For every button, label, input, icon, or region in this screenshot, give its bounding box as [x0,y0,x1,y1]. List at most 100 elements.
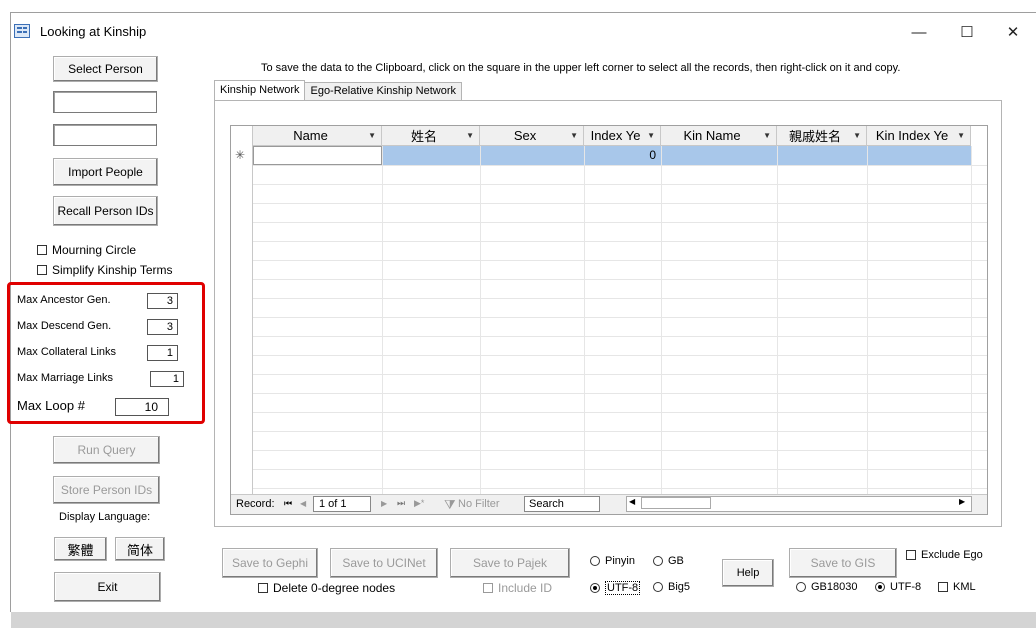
save-to-gis-button[interactable]: Save to GIS [789,548,897,578]
traditional-chinese-button[interactable]: 繁體 [54,537,107,561]
col-header-label: Kin Index Ye [875,128,949,143]
col-header-sex[interactable]: Sex ▼ [480,126,584,146]
recall-person-ids-button[interactable]: Recall Person IDs [53,196,158,226]
radio-dot[interactable] [796,582,806,592]
next-record-icon[interactable]: ▶ [381,499,387,508]
simplify-kinship-checkbox[interactable]: Simplify Kinship Terms [37,263,172,277]
gb18030-radio[interactable]: GB18030 [796,581,857,593]
first-record-icon[interactable]: ⏮ [284,498,292,509]
record-label: Record: [236,498,275,510]
window-border-top [10,12,1036,13]
checkbox-box[interactable] [906,550,916,560]
new-record-nav-icon[interactable]: ▶* [414,498,424,509]
checkbox-box[interactable] [37,245,47,255]
dropdown-icon[interactable]: ▼ [853,131,861,140]
display-language-label: Display Language: [59,511,151,523]
col-header-index-year[interactable]: Index Ye ▼ [584,126,661,146]
save-to-ucinet-button[interactable]: Save to UCINet [330,548,438,578]
no-filter-label[interactable]: No Filter [458,498,500,510]
radio-dot[interactable] [590,583,600,593]
dropdown-icon[interactable]: ▼ [570,131,578,140]
minimize-button[interactable]: — [896,18,942,48]
dropdown-icon[interactable]: ▼ [368,131,376,140]
utf8-radio[interactable]: UTF-8 [590,581,641,595]
checkbox-box[interactable] [37,265,47,275]
exit-button[interactable]: Exit [54,572,161,602]
col-header-name[interactable]: Name ▼ [253,126,382,146]
tab-kinship-network[interactable]: Kinship Network [214,80,306,100]
scroll-right-icon[interactable]: ▶ [959,497,965,506]
help-button[interactable]: Help [722,559,774,587]
gb-radio[interactable]: GB [653,555,684,567]
tab-ego-relative[interactable]: Ego-Relative Kinship Network [304,82,462,100]
delete-zero-degree-checkbox[interactable]: Delete 0-degree nodes [258,581,395,595]
person-id-field[interactable] [53,124,157,146]
record-position-field[interactable]: 1 of 1 [313,496,371,512]
close-icon: ✕ [1006,24,1020,41]
window-title: Looking at Kinship [40,24,147,39]
big5-radio[interactable]: Big5 [653,581,690,593]
dropdown-icon[interactable]: ▼ [763,131,771,140]
grid-line [253,469,987,470]
col-header-label: Name [293,128,328,143]
store-person-ids-button[interactable]: Store Person IDs [53,476,160,504]
grid-line [253,450,987,451]
col-header-label: 姓名 [411,129,438,144]
new-row-name-cell[interactable] [253,146,382,165]
import-people-button[interactable]: Import People [53,158,158,186]
maximize-button[interactable]: ☐ [944,18,990,48]
radio-dot[interactable] [590,556,600,566]
checkbox-box[interactable] [258,583,268,593]
prev-record-icon[interactable]: ◀ [300,499,306,508]
grid-line [253,317,987,318]
exclude-ego-checkbox[interactable]: Exclude Ego [906,549,983,561]
radio-dot[interactable] [875,582,885,592]
radio-dot[interactable] [653,556,663,566]
col-header-kin-name[interactable]: Kin Name ▼ [661,126,777,146]
radio-dot[interactable] [653,582,663,592]
last-record-icon[interactable]: ⏭ [397,498,405,509]
no-filter-icon[interactable]: ⧩ [444,497,456,513]
dropdown-icon[interactable]: ▼ [647,131,655,140]
exclude-ego-label: Exclude Ego [921,549,983,561]
dropdown-icon[interactable]: ▼ [466,131,474,140]
scrollbar-thumb[interactable] [641,497,711,509]
save-to-pajek-button[interactable]: Save to Pajek [450,548,570,578]
grid-vline [480,146,481,494]
utf8-label: UTF-8 [605,581,641,595]
delete-zero-degree-label: Delete 0-degree nodes [273,581,396,595]
checkbox-box[interactable] [938,582,948,592]
pinyin-radio[interactable]: Pinyin [590,555,635,567]
grid-vline [867,146,868,494]
gis-utf8-radio[interactable]: UTF-8 [875,581,921,593]
gis-utf8-label: UTF-8 [890,581,922,593]
record-selector-column[interactable] [231,126,253,494]
col-header-kin-chinese-name[interactable]: 親戚姓名 ▼ [777,126,867,146]
datasheet-grid[interactable]: Name ▼ 姓名 ▼ Sex ▼ Index Ye ▼ Kin Name ▼ 親戚姓名 ▼… [230,125,988,515]
checkbox-box[interactable] [483,583,493,593]
grid-line [253,260,987,261]
grid-line [253,165,987,166]
run-query-button[interactable]: Run Query [53,436,160,464]
select-person-button[interactable]: Select Person [53,56,158,82]
search-field[interactable]: Search [524,496,600,512]
close-button[interactable]: ✕ [990,18,1036,48]
dropdown-icon[interactable]: ▼ [957,131,965,140]
gb-label: GB [668,555,684,567]
scroll-left-icon[interactable]: ◀ [629,497,635,506]
col-header-label: 親戚姓名 [789,129,842,144]
new-row[interactable] [382,146,971,165]
grid-line [253,374,987,375]
tab-bar: Kinship Network Ego-Relative Kinship Net… [214,80,462,100]
maximize-icon: ☐ [960,24,974,41]
col-header-kin-index-year[interactable]: Kin Index Ye ▼ [867,126,971,146]
person-name-field[interactable] [53,91,157,113]
grid-line [253,412,987,413]
save-to-gephi-button[interactable]: Save to Gephi [222,548,318,578]
mourning-circle-checkbox[interactable]: Mourning Circle [37,243,136,257]
simplified-chinese-button[interactable]: 简体 [115,537,165,561]
big5-label: Big5 [668,581,691,593]
kml-checkbox[interactable]: KML [938,581,976,593]
include-id-checkbox[interactable]: Include ID [483,581,552,595]
col-header-chinese-name[interactable]: 姓名 ▼ [382,126,480,146]
